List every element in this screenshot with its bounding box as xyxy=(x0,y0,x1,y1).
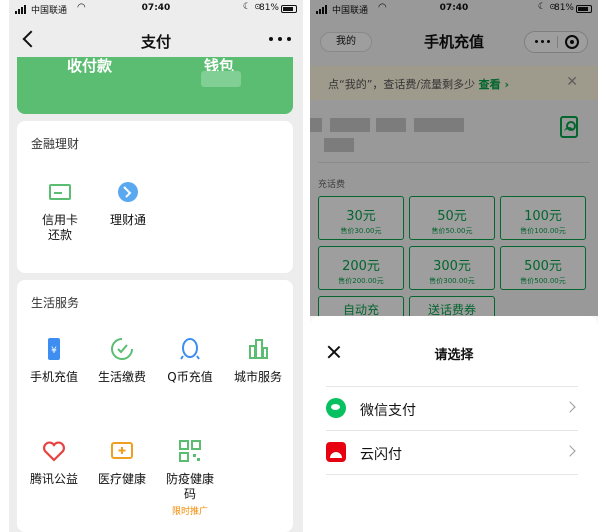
phone-recharge-screen: 中国联通 ◠ 07:40 ☾ ⊙ 81% 我的 手机充值 点“我的”，查话费/流… xyxy=(310,0,598,532)
wallet-balance-redacted xyxy=(201,71,241,87)
payment-screen: 中国联通 ◠ 07:40 ☾ ⊙ 81% 支付 收付款 钱包 金融理财 信用卡 … xyxy=(9,0,303,532)
section-title: 生活服务 xyxy=(31,296,80,310)
life-service-section: 生活服务 ¥ 手机充值 生活缴费 Q币充值 城市服务 腾讯公益 医疗健康 防疫健… xyxy=(17,280,293,532)
wealth-icon xyxy=(118,182,138,202)
pay-option-unionpay[interactable]: 云闪付 xyxy=(326,431,578,473)
divider xyxy=(326,474,578,475)
chevron-right-icon xyxy=(564,401,576,413)
grid-item-label: 医疗健康 xyxy=(97,472,146,486)
wechat-pay-icon xyxy=(326,398,346,418)
grid-item-city[interactable]: 城市服务 xyxy=(223,336,293,385)
svg-text:¥: ¥ xyxy=(51,346,57,356)
finance-section: 金融理财 信用卡 还款 理财通 xyxy=(17,121,293,273)
grid-item-label: 防疫健康 码 xyxy=(165,472,214,501)
credit-card-icon xyxy=(49,184,71,200)
grid-item-label: 城市服务 xyxy=(233,370,282,384)
charity-icon xyxy=(43,441,65,462)
do-not-disturb-icon: ☾ xyxy=(242,2,251,12)
grid-item-credit-card[interactable]: 信用卡 还款 xyxy=(25,179,95,243)
receive-pay-button[interactable]: 收付款 xyxy=(67,55,112,76)
utility-icon xyxy=(111,338,133,360)
modal-backdrop[interactable] xyxy=(310,0,598,316)
grid-item-phone-recharge[interactable]: ¥ 手机充值 xyxy=(19,336,89,385)
phone-icon: ¥ xyxy=(48,338,60,360)
grid-item-qcoin[interactable]: Q币充值 xyxy=(155,336,225,385)
section-title: 金融理财 xyxy=(31,137,80,151)
sheet-title: 请选择 xyxy=(434,348,474,363)
pay-option-label: 微信支付 xyxy=(360,403,416,419)
grid-item-label: 理财通 xyxy=(109,213,146,227)
chevron-right-icon xyxy=(564,445,576,457)
unionpay-icon xyxy=(326,442,346,462)
city-icon xyxy=(249,339,268,359)
promo-tag: 限时推广 xyxy=(171,507,208,517)
pay-option-wechat[interactable]: 微信支付 xyxy=(326,387,578,429)
qr-health-icon xyxy=(179,440,201,462)
grid-item-label: 信用卡 还款 xyxy=(41,213,78,242)
grid-item-charity[interactable]: 腾讯公益 xyxy=(19,438,89,487)
more-button[interactable] xyxy=(269,37,291,43)
nav-bar: 支付 xyxy=(9,20,303,60)
payment-method-sheet: 请选择 微信支付 云闪付 xyxy=(310,316,598,532)
grid-item-label: 腾讯公益 xyxy=(29,472,78,486)
pay-option-label: 云闪付 xyxy=(360,447,402,463)
qq-icon xyxy=(180,338,200,360)
page-title: 支付 xyxy=(140,33,171,51)
wallet-card: 收付款 钱包 xyxy=(17,57,293,114)
grid-item-label: Q币充值 xyxy=(167,370,213,384)
grid-item-utility[interactable]: 生活缴费 xyxy=(87,336,157,385)
battery-icon xyxy=(281,5,297,13)
grid-item-health-code[interactable]: 防疫健康 码 限时推广 xyxy=(155,438,225,517)
grid-item-wealth[interactable]: 理财通 xyxy=(93,179,163,228)
status-bar: 中国联通 ◠ 07:40 ☾ ⊙ 81% xyxy=(9,0,303,18)
battery-percent: 81% xyxy=(258,3,279,13)
grid-item-medical[interactable]: 医疗健康 xyxy=(87,438,157,487)
grid-item-label: 生活缴费 xyxy=(97,370,146,384)
medical-icon xyxy=(111,442,133,459)
grid-item-label: 手机充值 xyxy=(29,370,78,384)
